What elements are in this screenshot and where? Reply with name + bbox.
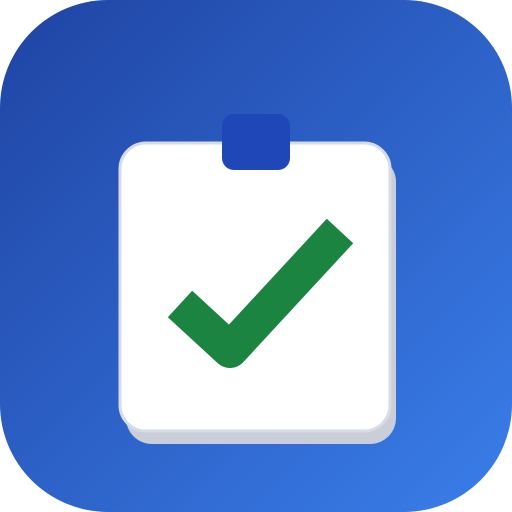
icon-canvas [0,0,512,512]
checklist-clipboard-icon[interactable] [0,0,512,512]
clipboard-clip [222,114,290,170]
clipboard-paper [118,141,392,433]
